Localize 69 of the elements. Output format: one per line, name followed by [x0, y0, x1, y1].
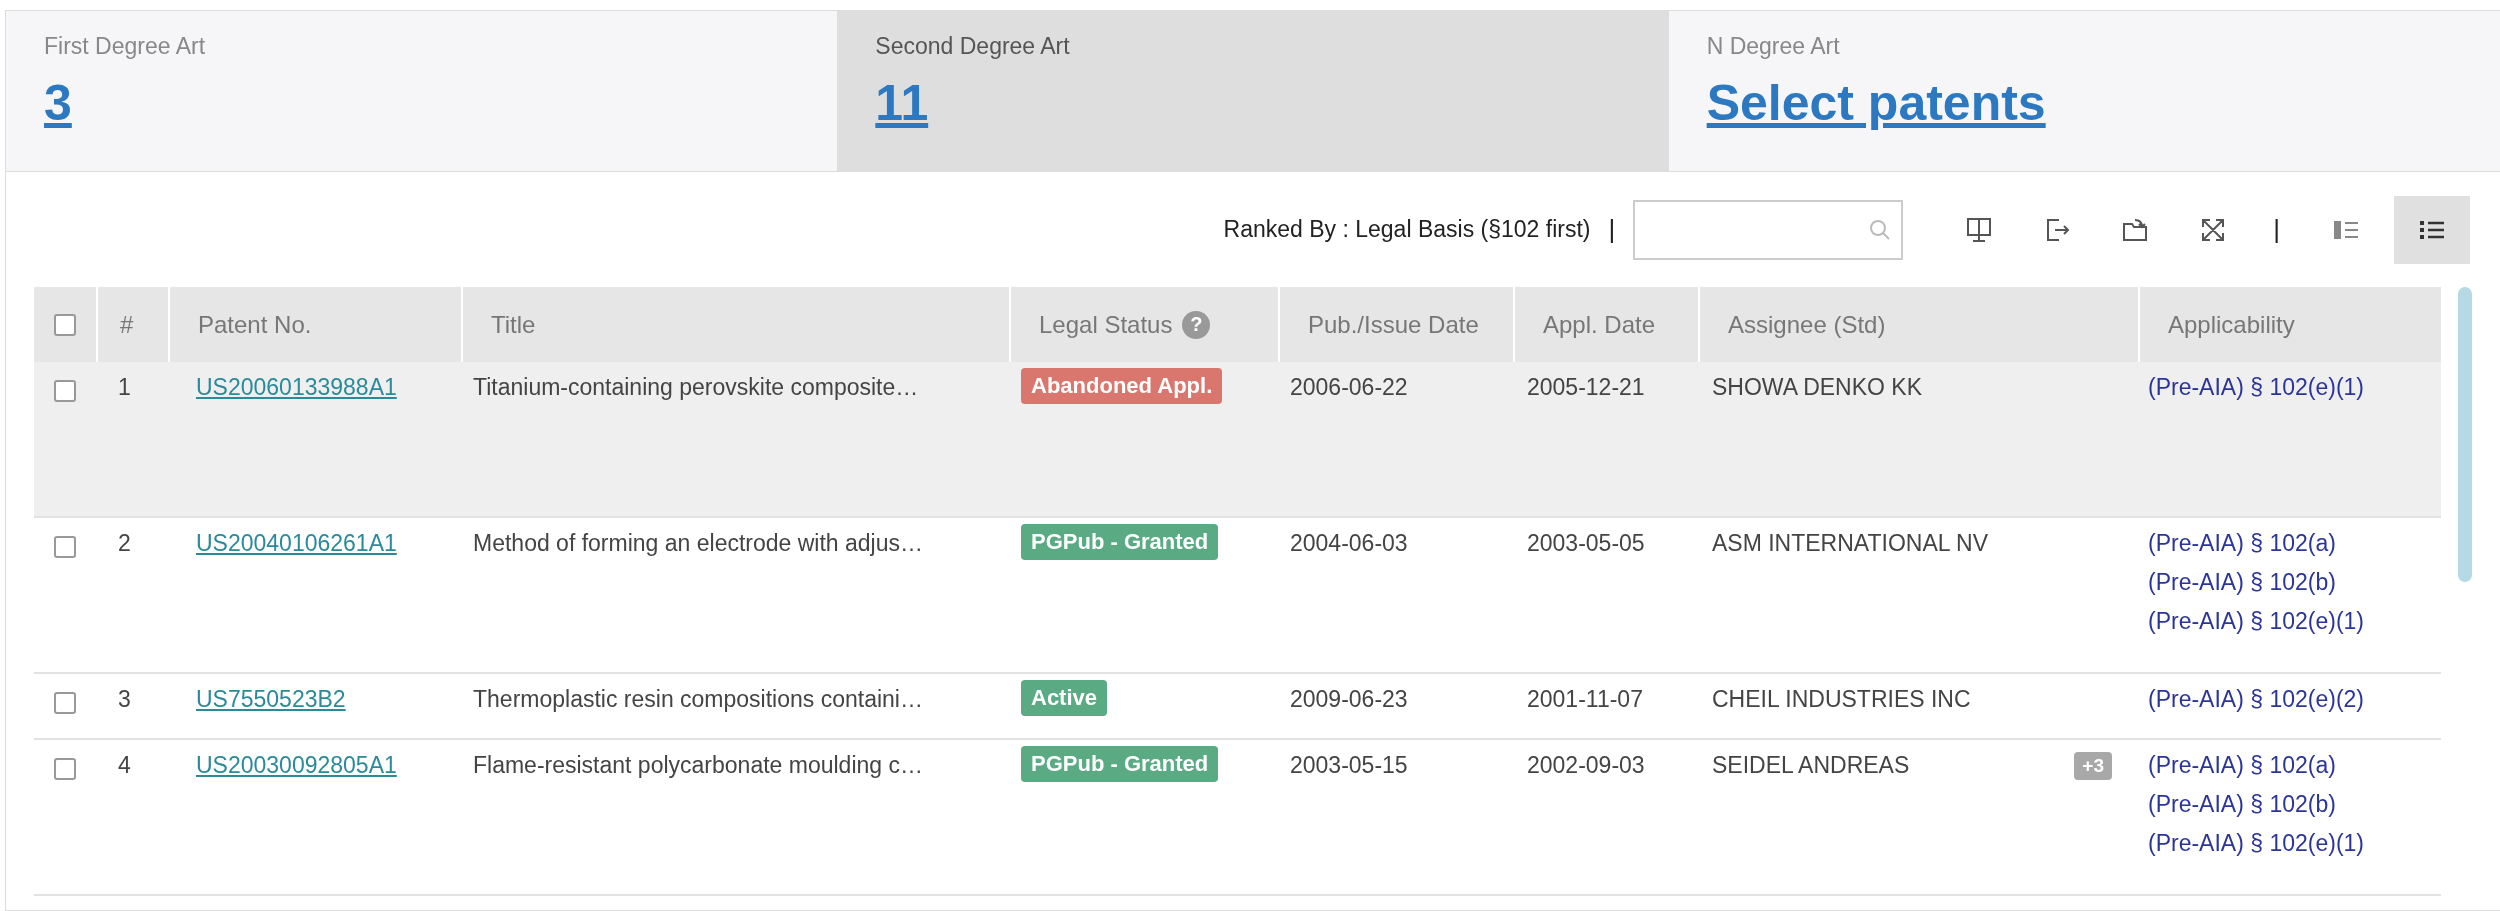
applicability-link[interactable]: (Pre-AIA) § 102(e)(1) — [2148, 830, 2441, 857]
applicability-link[interactable]: (Pre-AIA) § 102(b) — [2148, 791, 2441, 818]
applicability-link[interactable]: (Pre-AIA) § 102(b) — [2148, 569, 2441, 596]
legal-status-badge: PGPub - Granted — [1021, 746, 1219, 782]
appl-date: 2003-05-05 — [1527, 530, 1646, 557]
patent-title: Thermoplastic resin compositions containi… — [473, 686, 924, 713]
list-icon — [2419, 218, 2445, 241]
patent-title: Titanium-containing perovskite composite… — [473, 374, 920, 401]
assignee-name: CHEIL INDUSTRIES INC — [1712, 686, 1971, 713]
assignee-name: SHOWA DENKO KK — [1712, 374, 1923, 401]
pub-date: 2003-05-15 — [1290, 752, 1409, 779]
tab-count-link[interactable]: 3 — [44, 75, 72, 131]
applicability-link[interactable]: (Pre-AIA) § 102(e)(1) — [2148, 608, 2441, 635]
separator: | — [2273, 214, 2280, 245]
row-checkbox[interactable] — [54, 692, 76, 714]
tab-label: Second Degree Art — [875, 33, 1071, 60]
patent-title: Method of forming an electrode with adjus… — [473, 530, 925, 557]
column-header: Legal Status — [1039, 310, 1173, 339]
assignee-name: SEIDEL ANDREAS — [1712, 752, 1910, 779]
search-icon — [1869, 218, 1892, 241]
row-checkbox[interactable] — [54, 758, 76, 780]
column-header: Patent No. — [198, 310, 312, 339]
select-all-checkbox[interactable] — [54, 313, 76, 336]
degree-tab[interactable]: N Degree Art Select patents — [1668, 11, 2500, 171]
tab-label: First Degree Art — [44, 33, 207, 60]
table-row[interactable]: 1 US20060133988A1 Titanium-containing perovskite composite… Abandoned Appl. 2006-06-22 2005-12-21 SHOWA DENKO KK (Pre-AIA) § 102(e)(1) — [34, 362, 2441, 518]
applicability-link[interactable]: (Pre-AIA) § 102(e)(1) — [2148, 374, 2441, 401]
column-header: Pub./Issue Date — [1308, 310, 1479, 339]
tab-label: N Degree Art — [1706, 33, 1841, 60]
row-number: 2 — [118, 530, 132, 557]
patent-number-link[interactable]: US20060133988A1 — [196, 374, 461, 401]
pub-date: 2004-06-03 — [1290, 530, 1409, 557]
column-header: # — [120, 310, 134, 339]
column-header: Assignee (Std) — [1728, 310, 1886, 339]
legal-status-badge: PGPub - Granted — [1021, 524, 1219, 560]
patent-number-link[interactable]: US7550523B2 — [196, 686, 461, 713]
column-header: Title — [491, 310, 536, 339]
row-number: 3 — [118, 686, 132, 713]
appl-date: 2001-11-07 — [1527, 686, 1644, 713]
scrollbar-thumb[interactable] — [2458, 287, 2472, 582]
pub-date: 2006-06-22 — [1290, 374, 1409, 401]
legal-status-badge: Active — [1021, 680, 1108, 716]
applicability-link[interactable]: (Pre-AIA) § 102(e)(2) — [2148, 686, 2441, 713]
expand-icon — [2200, 216, 2227, 243]
appl-date: 2002-09-03 — [1527, 752, 1646, 779]
applicability-link[interactable]: (Pre-AIA) § 102(a) — [2148, 530, 2441, 557]
row-checkbox[interactable] — [54, 536, 76, 558]
row-number: 4 — [118, 752, 132, 779]
separator: | — [1608, 214, 1616, 245]
appl-date: 2005-12-21 — [1527, 374, 1646, 401]
row-number: 1 — [118, 374, 132, 401]
patent-number-link[interactable]: US20030092805A1 — [196, 752, 461, 779]
applicability-link[interactable]: (Pre-AIA) § 102(a) — [2148, 752, 2441, 779]
view-button[interactable] — [2394, 195, 2470, 264]
tab-count-link[interactable]: Select patents — [1706, 75, 2046, 131]
row-checkbox[interactable] — [54, 380, 76, 402]
pub-date: 2009-06-23 — [1290, 686, 1409, 713]
patent-title: Flame-resistant polycarbonate moulding c… — [473, 752, 924, 779]
column-header: Applicability — [2168, 310, 2295, 339]
ranked-by-label: Ranked By : Legal Basis (§102 first) — [1223, 216, 1591, 243]
assignee-name: ASM INTERNATIONAL NV — [1712, 530, 1989, 557]
patent-number-link[interactable]: US20040106261A1 — [196, 530, 461, 557]
column-header: Appl. Date — [1543, 310, 1656, 339]
monitor-icon — [1965, 215, 1994, 244]
legal-status-badge: Abandoned Appl. — [1021, 368, 1223, 404]
search-field[interactable] — [1633, 199, 1904, 260]
sidebar-list-icon — [2333, 218, 2359, 241]
degree-tab[interactable]: Second Degree Art 11 — [837, 11, 1669, 171]
degree-tab[interactable]: First Degree Art 3 — [6, 11, 838, 171]
